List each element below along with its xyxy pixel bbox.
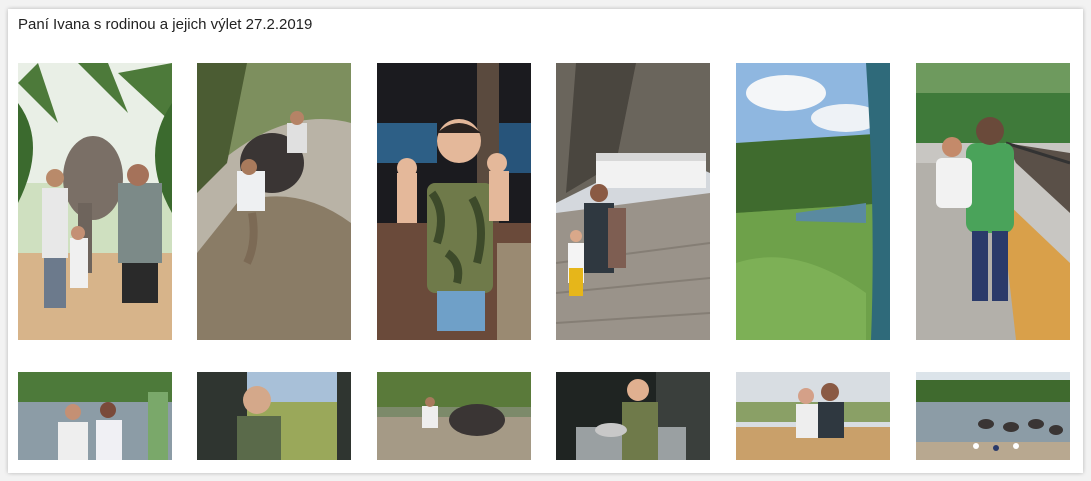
- photo-train-station[interactable]: [916, 63, 1070, 340]
- photo-elephant-bath-river[interactable]: [197, 63, 351, 340]
- photo-family-wall[interactable]: [736, 372, 890, 460]
- photo-boy-field[interactable]: [197, 372, 351, 460]
- gallery-card: Paní Ivana s rodinou a jejich výlet 27.2…: [8, 9, 1083, 473]
- photo-train-jungle[interactable]: [736, 63, 890, 340]
- photo-elephant-herd[interactable]: [916, 372, 1070, 460]
- photo-boy-dark[interactable]: [556, 372, 710, 460]
- photo-elephant-water[interactable]: [377, 372, 531, 460]
- photo-elephant-family[interactable]: [18, 63, 172, 340]
- photo-rock-temple[interactable]: [556, 63, 710, 340]
- photo-river-group[interactable]: [18, 372, 172, 460]
- photo-boy-night[interactable]: [377, 63, 531, 340]
- gallery-title: Paní Ivana s rodinou a jejich výlet 27.2…: [18, 16, 313, 33]
